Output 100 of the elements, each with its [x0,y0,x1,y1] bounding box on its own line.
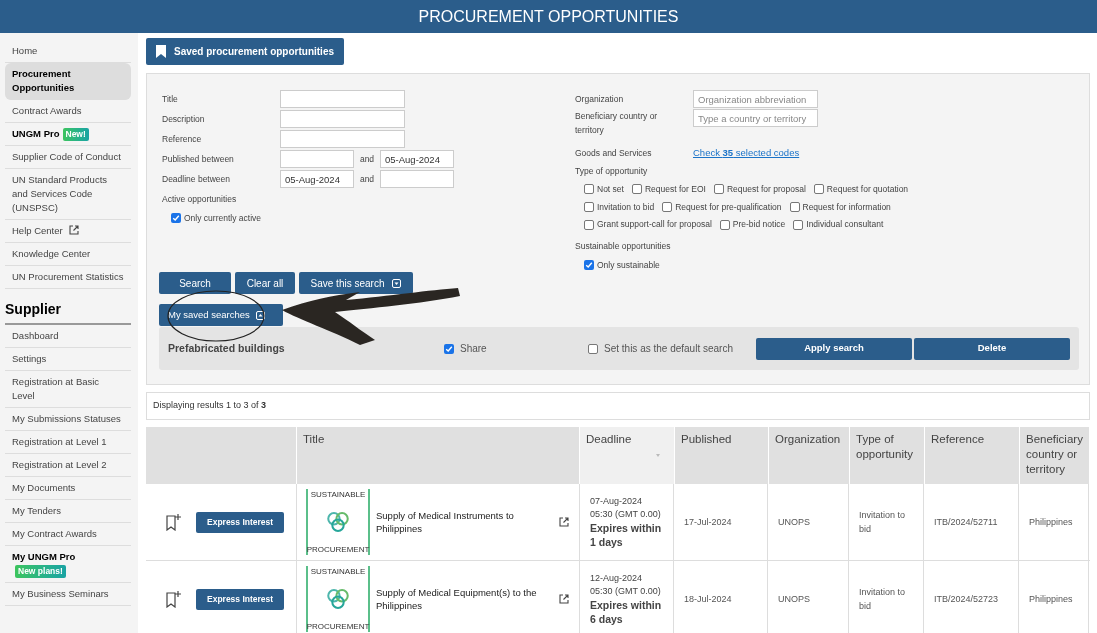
sidebar-item[interactable]: My Documents [5,477,131,500]
column-header[interactable]: Type of opportunity [850,427,925,484]
field-label: Sustainable opportunities [575,240,672,253]
sidebar-item[interactable]: Registration at Level 1 [5,431,131,454]
results-count: Displaying results 1 to 3 of 3 [153,399,267,413]
checkbox-label: Request for proposal [726,182,806,196]
bookmark-add-icon[interactable] [166,590,182,608]
field-label: Organization [575,92,625,106]
column-header[interactable]: Beneficiary country or territory [1020,427,1090,484]
checkbox-label: Share [460,342,487,356]
leaf-knot-icon [325,586,351,612]
deadline-date: 12-Aug-2024 [590,572,644,585]
field-label: Goods and Services [575,146,653,160]
column-header[interactable]: Published [675,427,769,484]
sidebar-item[interactable]: UN Procurement Statistics [5,266,131,289]
sidebar-item[interactable]: My Business Seminars [5,583,131,606]
my-saved-searches-button[interactable]: My saved searches [159,304,283,326]
checkbox[interactable] [813,184,824,195]
checkbox[interactable] [713,184,724,195]
opportunity-title[interactable]: Supply of Medical Equipment(s) to the Philippines [376,586,544,612]
checkbox[interactable] [584,184,594,195]
country-field[interactable]: Type a country or territory [693,109,818,127]
checkbox[interactable] [171,213,181,224]
table-cell-text: ITB/2024/52711 [934,516,998,529]
table-cell-text: Invitation to bid [859,509,907,536]
form-button[interactable]: Search [159,272,231,294]
form-button[interactable]: Save this search [299,272,413,294]
and-label: and [358,152,376,166]
checkbox-label: Invitation to bid [597,200,655,214]
checkbox-label: Set this as the default search [604,342,733,356]
column-header[interactable]: Reference [925,427,1020,484]
table-cell-text: Invitation to bid [859,586,907,613]
checkbox[interactable] [584,201,594,212]
sidebar-item[interactable]: Supplier Code of Conduct [5,146,131,169]
apply-search-button[interactable]: Apply search [756,337,912,360]
input-field[interactable] [280,150,354,168]
sidebar-item[interactable]: Procurement Opportunities [5,63,131,100]
sidebar-item[interactable]: Registration at Level 2 [5,454,131,477]
sidebar-item[interactable]: Settings [5,348,131,371]
table-cell-text: Philippines [1029,593,1073,606]
input-field[interactable] [280,90,405,108]
table-cell-text: 17-Jul-2024 [684,516,732,529]
opportunity-title[interactable]: Supply of Medical Instruments to Philippines [376,509,544,535]
sidebar-item[interactable]: My Contract Awards [5,523,131,546]
checkbox-label: Only currently active [184,211,261,225]
field-label: Beneficiary country or territory [575,110,659,137]
organization-field[interactable]: Organization abbreviation [693,90,818,108]
sidebar-item[interactable]: UN Standard Products and Services Code (UNSPSC) [5,169,131,220]
table-cell-text: ITB/2024/52723 [934,593,999,606]
codes-link[interactable]: Check 35 selected codes [693,145,800,161]
table-cell-text: UNOPS [778,516,810,529]
input-field[interactable] [280,110,405,128]
input-field[interactable]: 05-Aug-2024 [380,150,454,168]
table-cell-text: Philippines [1029,516,1073,529]
checkbox[interactable] [584,219,594,230]
external-link-icon [559,594,569,604]
checkbox[interactable] [584,260,594,271]
checkbox[interactable] [631,184,642,195]
new-badge: New plans! [15,565,66,578]
checkbox[interactable] [719,219,730,230]
sidebar-item[interactable]: Contract Awards [5,100,131,123]
column-header[interactable]: Deadline [580,427,675,484]
sidebar-item[interactable]: My UNGM Pro [12,551,76,562]
checkbox-label: Individual consultant [806,218,884,231]
saved-opportunities-button[interactable]: Saved procurement opportunities [146,38,345,65]
bookmark-add-icon[interactable] [166,513,182,531]
checkbox-label: Pre-bid notice [732,218,786,231]
checkbox-label: Request for pre-qualification [675,200,782,214]
and-label: and [358,172,376,186]
sidebar-item[interactable]: UNGM Pro [12,128,60,139]
sidebar-item[interactable]: My Submissions Statuses [5,408,131,431]
field-label: Type of opportunity [575,165,649,178]
expiry-text: Expires within 1 days [590,521,663,549]
express-interest-button[interactable]: Express Interest [196,511,285,533]
column-header[interactable]: Organization [769,427,850,484]
logo-text: SUSTAINABLE [310,490,366,499]
sidebar-item[interactable]: Registration at Basic Level [5,371,131,408]
express-interest-button[interactable]: Express Interest [196,588,285,610]
input-field[interactable] [280,130,405,148]
sidebar-item[interactable]: Knowledge Center [5,243,131,266]
field-label: Published between [162,152,235,166]
delete-button[interactable]: Delete [914,337,1070,360]
table-cell-text: UNOPS [778,593,810,606]
sidebar-item[interactable]: My Tenders [5,500,131,523]
checkbox-label: Request for information [802,200,891,214]
expiry-text: Expires within 6 days [590,598,663,626]
checkbox-label: Request for quotation [826,182,909,196]
checkbox[interactable] [444,343,454,354]
form-button[interactable]: Clear all [235,272,295,294]
checkbox[interactable] [789,201,800,212]
field-label: Reference [162,132,203,146]
input-field[interactable] [380,170,454,188]
checkbox[interactable] [662,201,673,212]
checkbox[interactable] [793,219,804,230]
input-field[interactable]: 05-Aug-2024 [280,170,354,188]
leaf-knot-icon [325,509,351,535]
checkbox[interactable] [588,343,598,354]
sidebar-item[interactable]: Dashboard [5,325,131,348]
sidebar-item[interactable]: Help Center [12,225,63,236]
sort-icon [656,454,660,457]
